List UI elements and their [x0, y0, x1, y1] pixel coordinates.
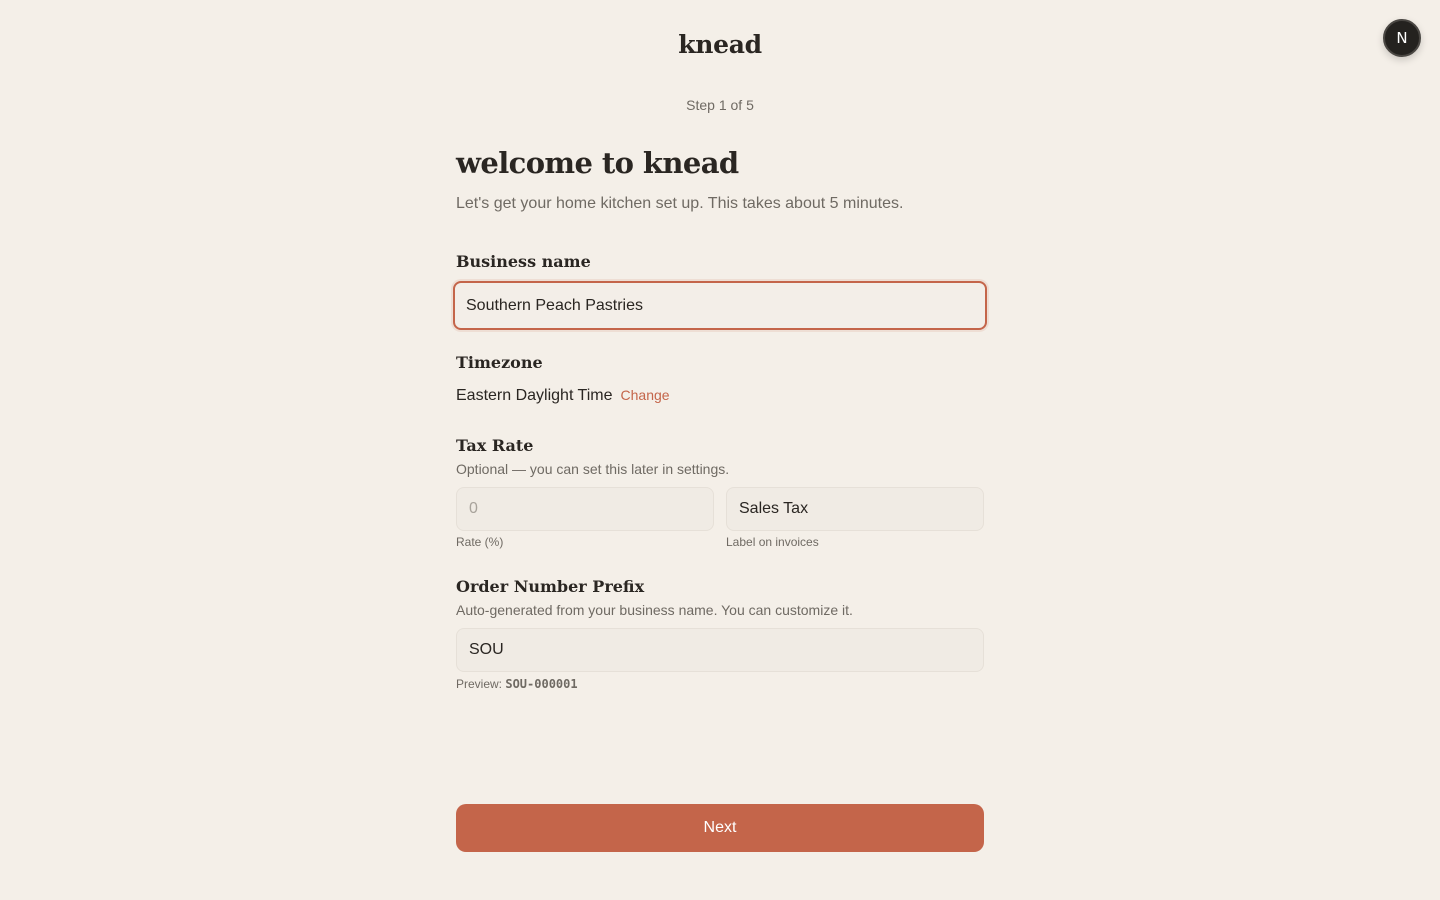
user-avatar[interactable]: N: [1383, 19, 1421, 57]
order-prefix-label: Order Number Prefix: [456, 577, 645, 596]
business-name-label: Business name: [456, 252, 591, 271]
avatar-initial: N: [1396, 29, 1408, 47]
tax-label-caption: Label on invoices: [726, 535, 819, 549]
timezone-row: Eastern Daylight Time Change: [456, 387, 670, 405]
preview-label: Preview:: [456, 677, 503, 691]
page-subtitle: Let's get your home kitchen set up. This…: [456, 195, 904, 212]
business-name-input[interactable]: [453, 281, 987, 330]
next-button[interactable]: Next: [456, 804, 984, 852]
order-prefix-preview: Preview: SOU-000001: [456, 677, 578, 691]
app-logo: knead: [678, 30, 762, 59]
timezone-label: Timezone: [456, 353, 543, 372]
page-title: welcome to knead: [456, 146, 739, 180]
tax-rate-help: Optional — you can set this later in set…: [456, 461, 730, 477]
tax-label-input[interactable]: [726, 487, 984, 531]
step-indicator: Step 1 of 5: [686, 97, 754, 113]
timezone-value: Eastern Daylight Time: [456, 387, 613, 404]
order-prefix-help: Auto-generated from your business name. …: [456, 602, 853, 618]
preview-value: SOU-000001: [505, 677, 578, 691]
timezone-change-link[interactable]: Change: [621, 387, 670, 403]
tax-rate-input[interactable]: [456, 487, 714, 531]
tax-rate-caption: Rate (%): [456, 535, 504, 549]
tax-rate-label: Tax Rate: [456, 436, 534, 455]
order-prefix-input[interactable]: [456, 628, 984, 672]
